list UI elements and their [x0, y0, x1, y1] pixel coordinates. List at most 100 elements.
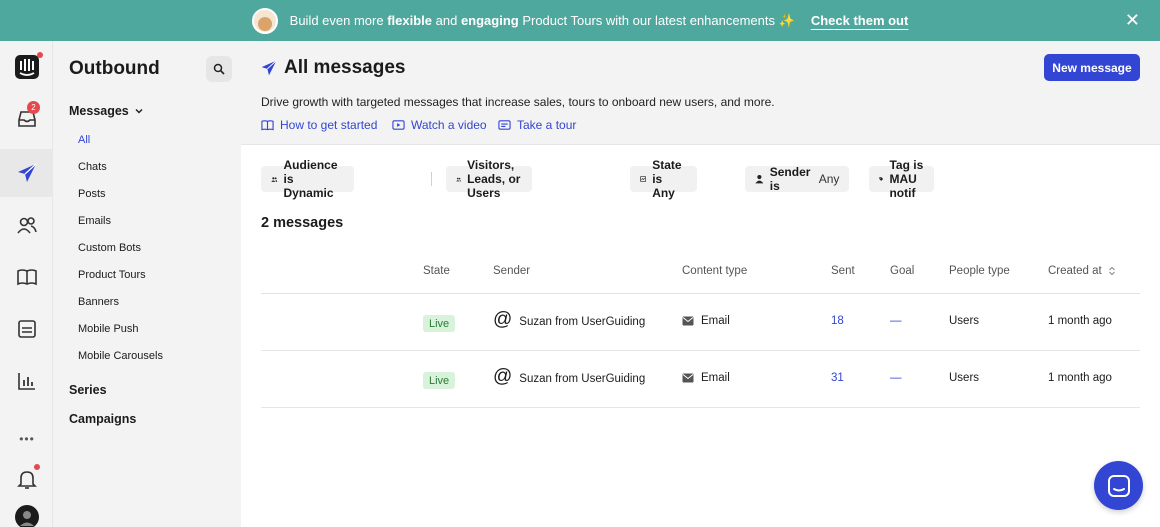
status-badge: Live [423, 315, 456, 332]
user-avatar[interactable] [13, 503, 41, 527]
video-icon [392, 120, 405, 130]
banner-text-mid: and [432, 12, 461, 28]
reports-icon[interactable] [13, 315, 41, 343]
sidebar-item-product-tours[interactable]: Product Tours [78, 269, 146, 281]
outbound-paper-plane-icon [261, 60, 277, 76]
sidebar-section-campaigns[interactable]: Campaigns [69, 412, 136, 426]
tag-filter-label: Tag is MAU notif [889, 158, 924, 200]
announcement-banner: Build even more flexible and engaging Pr… [0, 0, 1160, 41]
column-header-created-at-label: Created at [1048, 265, 1102, 277]
tag-icon [879, 177, 884, 181]
sender-cell: @ Suzan from UserGuiding [493, 309, 646, 331]
created-at-value: 1 month ago [1048, 372, 1112, 384]
sidebar-item-posts[interactable]: Posts [78, 188, 106, 200]
created-at-value: 1 month ago [1048, 315, 1112, 327]
page-description: Drive growth with targeted messages that… [261, 95, 775, 109]
column-header-sent[interactable]: Sent [831, 265, 855, 277]
sidebar-item-mobile-push[interactable]: Mobile Push [78, 323, 139, 335]
sidebar-item-mobile-carousels[interactable]: Mobile Carousels [78, 350, 163, 362]
column-header-sender[interactable]: Sender [493, 265, 530, 277]
content-type-label: Email [701, 372, 730, 384]
outbound-sidebar: Outbound Messages All Chats Posts Emails… [53, 41, 241, 527]
sender-filter-value: Any [818, 172, 840, 186]
email-icon [682, 373, 694, 383]
goal-value: — [890, 372, 902, 384]
column-header-content-type[interactable]: Content type [682, 265, 747, 277]
state-icon [640, 176, 647, 182]
column-header-created-at[interactable]: Created at [1048, 265, 1116, 277]
people-type-filter[interactable]: Visitors, Leads, or Users [446, 158, 533, 200]
sidebar-item-banners[interactable]: Banners [78, 296, 119, 308]
sender-filter[interactable]: Sender is Any [745, 165, 850, 193]
sidebar-item-custom-bots[interactable]: Custom Bots [78, 242, 141, 254]
main-panel: All messages New message Drive growth wi… [241, 41, 1160, 527]
analytics-icon[interactable] [13, 367, 41, 395]
sender-filter-label: Sender is [769, 165, 811, 193]
take-a-tour-link[interactable]: Take a tour [498, 118, 576, 132]
outbound-icon[interactable] [13, 159, 41, 187]
page-header: All messages New message Drive growth wi… [241, 41, 1160, 145]
chevron-down-icon [135, 108, 143, 114]
how-to-get-started-link[interactable]: How to get started [261, 118, 377, 132]
banner-text-suffix: Product Tours with our latest enhancemen… [518, 12, 795, 28]
sidebar-section-messages[interactable]: Messages [69, 104, 144, 118]
email-icon [682, 316, 694, 326]
banner-text-prefix: Build even more [289, 12, 388, 28]
sender-cell: @ Suzan from UserGuiding [493, 366, 646, 388]
messenger-launcher[interactable] [1094, 461, 1143, 510]
table-row[interactable]: Live @ Suzan from UserGuiding Email 18 —… [261, 294, 1140, 351]
sort-icon [1108, 266, 1115, 276]
people-type-value: Users [949, 315, 980, 327]
sidebar-section-messages-label: Messages [69, 104, 129, 118]
search-icon [213, 63, 225, 75]
contacts-icon[interactable] [13, 211, 41, 239]
people-type-filter-label: Visitors, Leads, or Users [467, 158, 521, 200]
at-sign-icon: @ [493, 366, 513, 387]
sidebar-section-series[interactable]: Series [69, 383, 107, 397]
tag-filter[interactable]: Tag is MAU notif [869, 158, 935, 200]
sidebar-item-chats[interactable]: Chats [78, 161, 107, 173]
state-filter[interactable]: State is Any [630, 158, 698, 200]
table-header: State Sender Content type Sent Goal Peop… [261, 255, 1140, 294]
content-type-cell: Email [682, 372, 730, 384]
sent-count[interactable]: 18 [831, 315, 844, 327]
people-type-value: Users [949, 372, 980, 384]
audience-filter[interactable]: Audience is Dynamic [261, 158, 355, 200]
book-icon [261, 120, 274, 131]
knowledge-book-icon[interactable] [13, 263, 41, 291]
tour-icon [498, 120, 511, 130]
filter-divider [431, 172, 432, 186]
close-icon[interactable]: ✕ [1125, 10, 1140, 31]
sender-name: Suzan from UserGuiding [519, 315, 646, 328]
column-header-state[interactable]: State [423, 265, 450, 277]
logo-notification-dot [37, 52, 43, 58]
audience-filter-label: Audience is Dynamic [283, 158, 338, 200]
content-type-cell: Email [682, 315, 730, 327]
audience-icon [271, 176, 278, 182]
sent-count[interactable]: 31 [831, 372, 844, 384]
how-to-get-started-label: How to get started [280, 118, 378, 132]
column-header-people-type[interactable]: People type [949, 265, 1010, 277]
new-message-button[interactable]: New message [1044, 54, 1140, 81]
banner-text-bold1: flexible [387, 12, 433, 28]
logo-icon[interactable] [13, 53, 41, 81]
banner-message: Build even more flexible and engaging Pr… [290, 13, 795, 29]
state-filter-label: State is Any [652, 158, 682, 200]
watch-a-video-label: Watch a video [411, 118, 487, 132]
sender-icon [755, 174, 764, 184]
people-icon [456, 177, 461, 181]
sidebar-title: Outbound [69, 58, 160, 79]
table-row[interactable]: Live @ Suzan from UserGuiding Email 31 —… [261, 351, 1140, 408]
more-icon[interactable]: ••• [13, 425, 41, 453]
sender-name: Suzan from UserGuiding [519, 372, 646, 385]
watch-a-video-link[interactable]: Watch a video [392, 118, 487, 132]
banner-cta-link[interactable]: Check them out [811, 13, 909, 28]
banner-avatar [251, 7, 278, 34]
message-count: 2 messages [261, 215, 344, 231]
search-button[interactable] [206, 56, 232, 82]
sidebar-item-all[interactable]: All [78, 134, 90, 146]
column-header-goal[interactable]: Goal [890, 265, 914, 277]
icon-rail: 2 ••• [0, 41, 53, 527]
inbox-badge: 2 [27, 101, 40, 114]
sidebar-item-emails[interactable]: Emails [78, 215, 111, 227]
